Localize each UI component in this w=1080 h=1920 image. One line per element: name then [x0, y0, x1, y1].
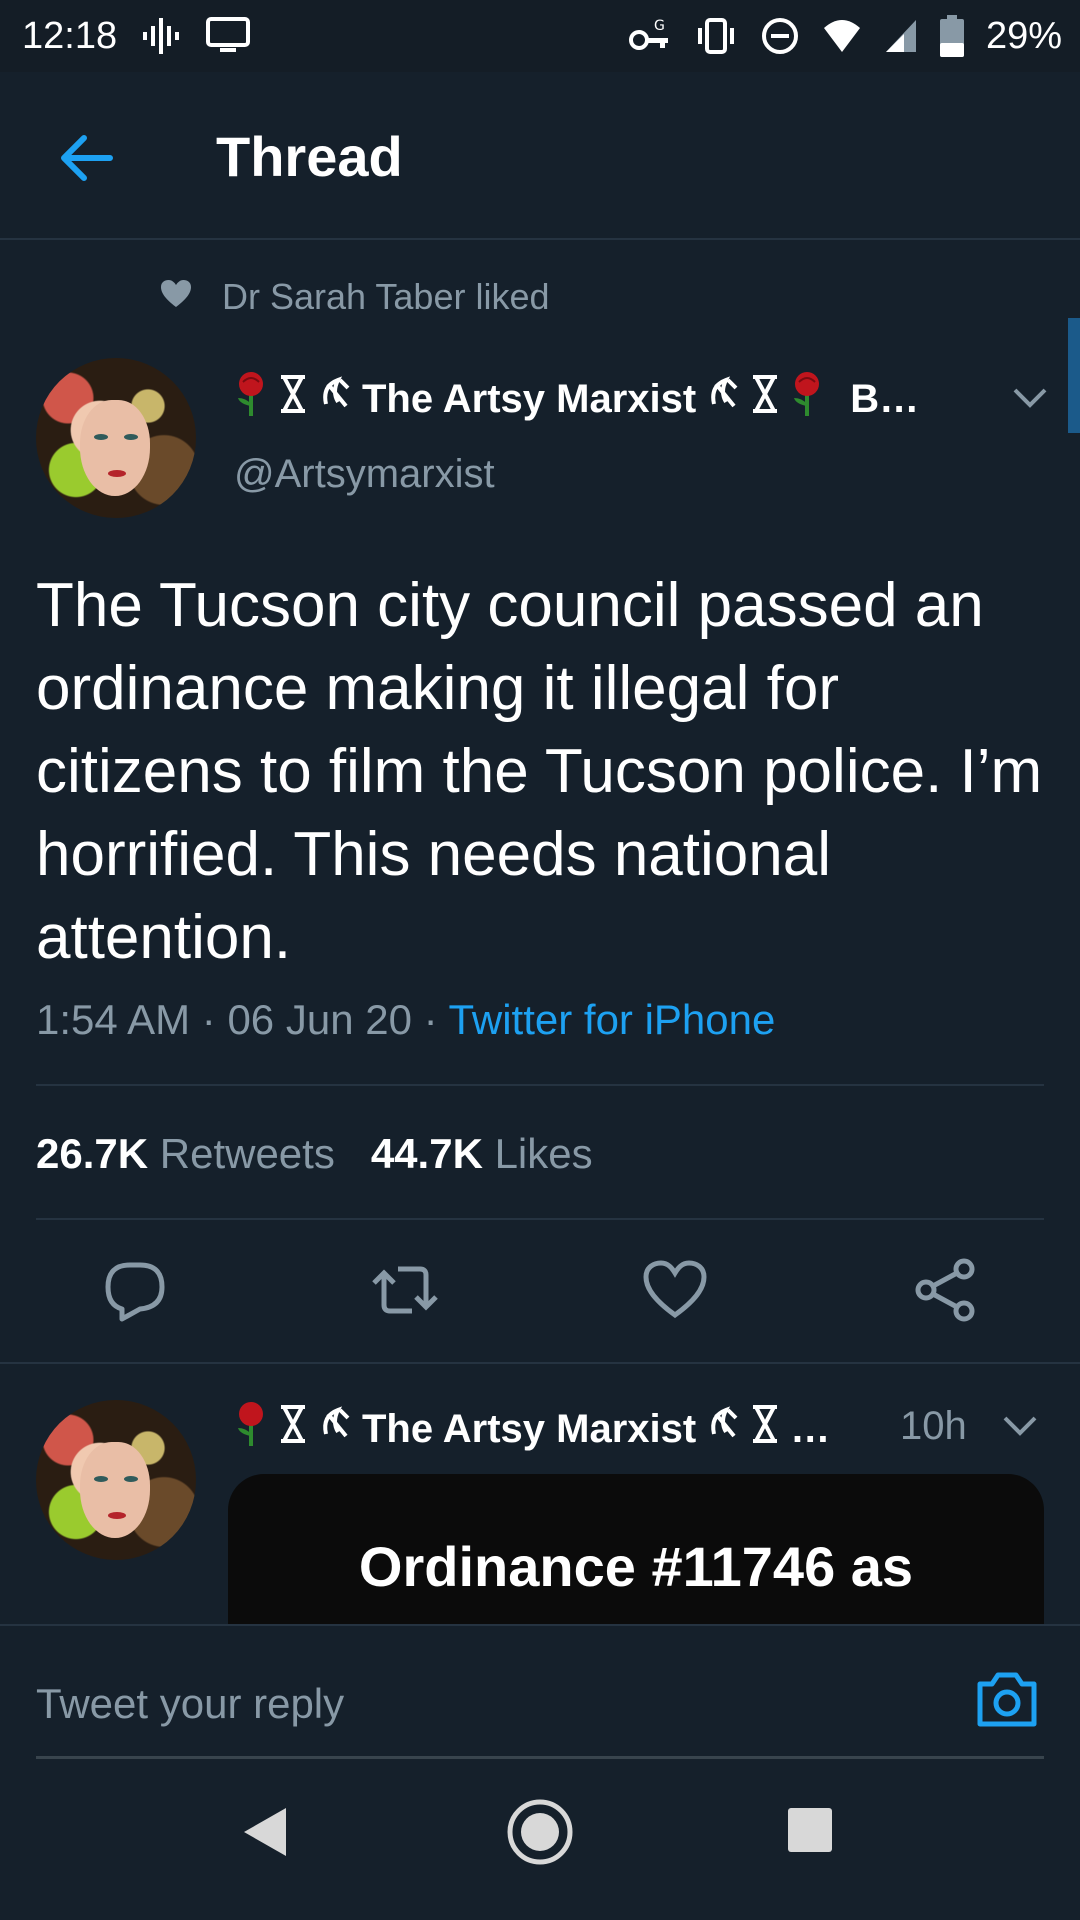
hourglass-icon: [750, 1404, 780, 1454]
hammer-sickle-icon: [318, 1404, 352, 1454]
nav-back-icon[interactable]: [240, 1804, 290, 1865]
likes-stat[interactable]: 44.7K Likes: [371, 1130, 593, 1178]
like-icon[interactable]: [640, 1255, 710, 1325]
tweet-time: 1:54 AM: [36, 996, 191, 1043]
reply-icon[interactable]: [100, 1255, 170, 1325]
name-truncation: …: [790, 1406, 831, 1451]
camera-icon[interactable]: [974, 1666, 1040, 1732]
page-title: Thread: [216, 125, 403, 188]
battery-icon: [939, 15, 964, 57]
avatar[interactable]: [36, 1400, 196, 1560]
display-name-suffix: B…: [850, 376, 920, 421]
hourglass-icon: [278, 1404, 308, 1454]
avatar-face: [80, 1442, 150, 1538]
reply-author-row[interactable]: The Artsy Marxist …: [234, 1400, 994, 1458]
tweet-source-link[interactable]: Twitter for iPhone: [449, 996, 776, 1043]
divider: [36, 1084, 1044, 1086]
tweet-date: 06 Jun 20: [227, 996, 412, 1043]
signal-icon: [884, 16, 918, 56]
clock: 12:18: [22, 14, 118, 57]
heart-icon: [160, 276, 192, 318]
chevron-down-icon[interactable]: [1012, 386, 1048, 415]
avatar-face: [80, 400, 150, 496]
system-nav-bar: [0, 1764, 1080, 1920]
cast-icon: [205, 16, 251, 56]
hourglass-icon: [278, 374, 308, 424]
divider: [0, 1362, 1080, 1364]
back-arrow-icon[interactable]: [56, 128, 116, 188]
dnd-icon: [760, 16, 800, 56]
nav-home-icon[interactable]: [506, 1798, 574, 1871]
rose-icon: [234, 1400, 268, 1458]
reply-input[interactable]: Tweet your reply: [36, 1680, 344, 1728]
podcast-icon: [139, 16, 183, 56]
hammer-sickle-icon: [706, 374, 740, 424]
user-handle[interactable]: @Artsymarxist: [234, 452, 495, 497]
reply-time: 10h: [900, 1404, 967, 1448]
author-row[interactable]: The Artsy Marxist B…: [234, 370, 1014, 428]
social-context-text[interactable]: Dr Sarah Taber liked: [222, 276, 550, 318]
tweet-meta: 1:54 AM · 06 Jun 20 · Twitter for iPhone: [36, 996, 775, 1044]
reply-bar: Tweet your reply: [0, 1624, 1080, 1764]
display-name: The Artsy Marxist: [362, 376, 697, 421]
hourglass-icon: [750, 374, 780, 424]
rose-icon: [234, 370, 268, 428]
tweet-stats: 26.7K Retweets 44.7K Likes: [36, 1130, 593, 1178]
wifi-icon: [822, 16, 862, 56]
display-name: The Artsy Marxist: [362, 1406, 697, 1451]
status-bar: 12:18 G 29%: [0, 0, 1080, 72]
rose-icon: [790, 370, 824, 428]
vpn-key-icon: G: [628, 16, 672, 56]
divider: [36, 1218, 1044, 1220]
retweet-icon[interactable]: [370, 1255, 440, 1325]
nav-recents-icon[interactable]: [786, 1806, 834, 1859]
hammer-sickle-icon: [706, 1404, 740, 1454]
media-text: Ordinance #11746 as: [358, 1535, 914, 1598]
tweet-text: The Tucson city council passed an ordina…: [36, 571, 1043, 972]
avatar[interactable]: [36, 358, 196, 518]
meta-separator: ·: [423, 996, 438, 1043]
battery-percent: 29%: [985, 14, 1062, 57]
status-left: 12:18: [22, 15, 251, 58]
svg-text:G: G: [654, 18, 665, 34]
social-context: Dr Sarah Taber liked: [160, 276, 550, 318]
retweets-stat[interactable]: 26.7K Retweets: [36, 1130, 335, 1178]
scrollbar[interactable]: [1068, 318, 1080, 433]
thread-header: Thread: [0, 72, 1080, 240]
hammer-sickle-icon: [318, 374, 352, 424]
vibrate-icon: [694, 16, 738, 56]
status-right: G 29%: [628, 15, 1062, 58]
meta-separator: ·: [201, 996, 216, 1043]
reply-underline: [36, 1756, 1044, 1759]
chevron-down-icon[interactable]: [1002, 1414, 1038, 1443]
share-icon[interactable]: [910, 1255, 980, 1325]
